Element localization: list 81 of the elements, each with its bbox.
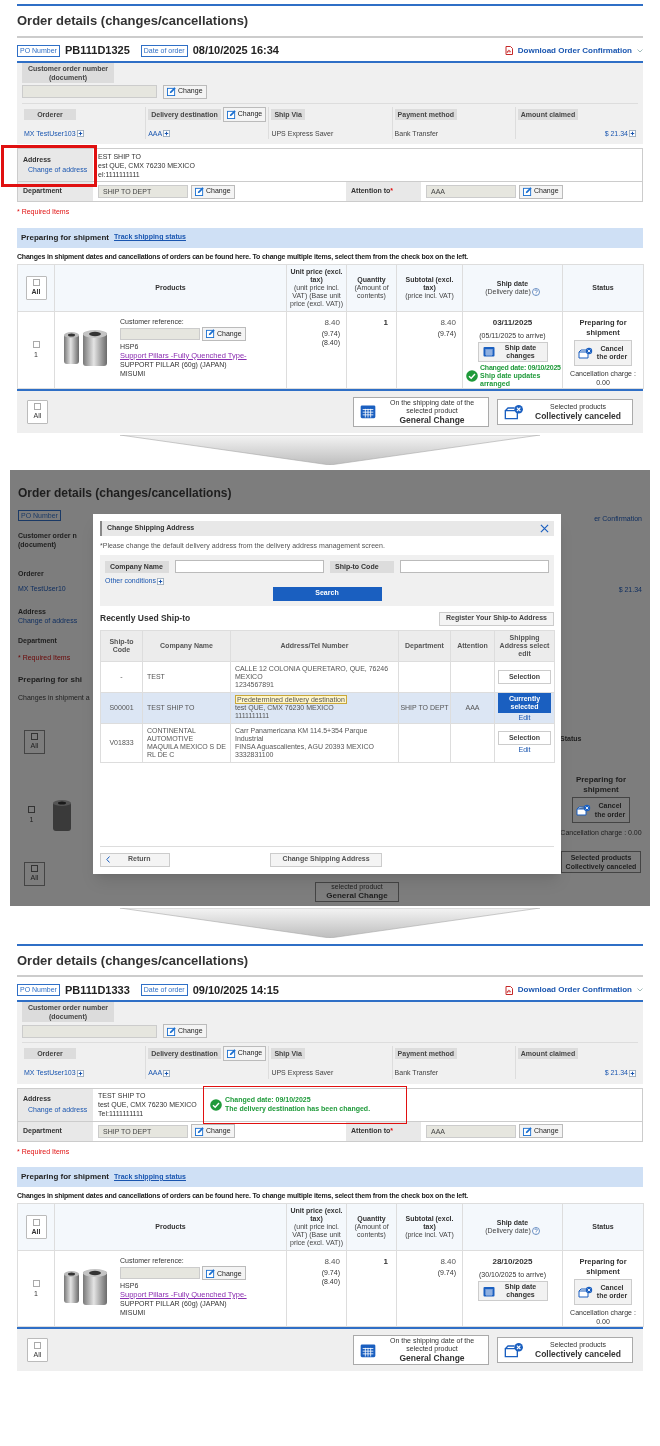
plus-icon[interactable] bbox=[163, 1069, 171, 1077]
order-date: 09/10/2025 14:15 bbox=[192, 982, 279, 998]
order-date: 08/10/2025 16:34 bbox=[192, 43, 279, 59]
subtotal: 8.40 bbox=[439, 316, 456, 329]
help-icon[interactable] bbox=[531, 287, 540, 296]
status-heading: Preparing for shi bbox=[18, 674, 83, 685]
download-link[interactable]: Download Order Confirmation bbox=[517, 44, 632, 57]
box-cancel-icon bbox=[578, 1286, 593, 1298]
edit-icon bbox=[206, 1268, 215, 1278]
box-cancel-icon bbox=[578, 346, 593, 359]
chevron-down-icon bbox=[637, 988, 643, 992]
box-cancel-icon bbox=[504, 1342, 524, 1358]
edit-icon bbox=[195, 1126, 204, 1136]
button-label: Collectively canceled bbox=[535, 1349, 621, 1359]
button-label: Collectively canceled bbox=[535, 410, 621, 421]
checkbox[interactable] bbox=[34, 403, 41, 410]
chevron-left-icon bbox=[106, 856, 110, 863]
page-title: Order details (changes/cancellations) bbox=[17, 12, 250, 30]
status-heading: Preparing for shipment bbox=[574, 774, 628, 795]
checkbox[interactable] bbox=[28, 805, 35, 813]
calendar-icon bbox=[482, 1285, 495, 1297]
download-link[interactable]: Download Order Confirmation bbox=[517, 984, 632, 996]
box-cancel-icon bbox=[576, 803, 591, 816]
edit-icon bbox=[226, 109, 236, 119]
search-input[interactable] bbox=[175, 560, 324, 573]
calendar-icon bbox=[360, 1342, 376, 1358]
edit-icon bbox=[195, 187, 204, 196]
button-label: General Change bbox=[399, 1353, 465, 1363]
box-cancel-icon bbox=[504, 403, 524, 420]
check-circle-icon bbox=[466, 369, 478, 382]
edit-icon bbox=[226, 1049, 236, 1058]
unit-price: 8.40 bbox=[323, 1256, 340, 1268]
po-number: PB111D1325 bbox=[64, 43, 130, 59]
plus-icon[interactable] bbox=[163, 130, 171, 138]
reference-input[interactable] bbox=[120, 1267, 200, 1279]
search-input[interactable] bbox=[400, 560, 549, 573]
checkbox[interactable] bbox=[32, 1279, 40, 1287]
quantity: 1 bbox=[382, 1256, 388, 1268]
chevron-down-icon bbox=[637, 48, 643, 53]
unit-price: 8.40 bbox=[323, 316, 340, 329]
checkbox[interactable] bbox=[31, 733, 38, 740]
page-title: Order details (changes/cancellations) bbox=[17, 484, 233, 502]
button-label: General Change bbox=[326, 890, 388, 901]
edit-icon bbox=[523, 1126, 532, 1136]
plus-icon[interactable] bbox=[629, 130, 636, 138]
pdf-icon bbox=[504, 985, 513, 995]
checkbox[interactable] bbox=[32, 340, 40, 348]
help-icon[interactable] bbox=[531, 1227, 540, 1235]
reference-input[interactable] bbox=[120, 327, 200, 340]
customer-order-input[interactable] bbox=[22, 1024, 157, 1038]
quantity: 1 bbox=[382, 316, 388, 329]
status-heading: Preparing for shipment bbox=[21, 1171, 109, 1183]
po-number: PB111D1333 bbox=[64, 982, 130, 998]
subtotal: 8.40 bbox=[439, 1256, 456, 1268]
ship-date: 03/11/2025 bbox=[491, 316, 534, 329]
edit-icon bbox=[167, 87, 176, 96]
pdf-icon bbox=[504, 46, 513, 55]
checkbox[interactable] bbox=[32, 1218, 40, 1226]
support-pillar-drawing bbox=[62, 328, 110, 367]
plus-icon[interactable] bbox=[629, 1069, 636, 1077]
edit-icon bbox=[206, 329, 215, 338]
support-pillar-drawing bbox=[51, 797, 73, 832]
plus-icon[interactable] bbox=[157, 577, 164, 585]
edit-icon bbox=[523, 187, 532, 196]
check-circle-icon bbox=[210, 1098, 222, 1111]
button-label: General Change bbox=[399, 414, 465, 425]
page-title: Order details (changes/cancellations) bbox=[17, 951, 250, 970]
ship-date: 28/10/2025 bbox=[491, 1256, 534, 1268]
calendar-icon bbox=[482, 346, 495, 357]
section-heading: Recently Used Ship-to bbox=[100, 612, 192, 625]
calendar-icon bbox=[360, 404, 376, 419]
plus-icon[interactable] bbox=[76, 1069, 84, 1077]
checkbox[interactable] bbox=[34, 1341, 41, 1349]
checkbox[interactable] bbox=[31, 865, 38, 872]
customer-order-input[interactable] bbox=[22, 85, 157, 98]
edit-icon bbox=[167, 1026, 176, 1036]
support-pillar-drawing bbox=[62, 1268, 110, 1306]
plus-icon[interactable] bbox=[76, 130, 84, 138]
status-heading: Preparing for shipment bbox=[21, 231, 109, 244]
checkbox[interactable] bbox=[32, 279, 40, 286]
close-icon[interactable] bbox=[540, 523, 549, 533]
